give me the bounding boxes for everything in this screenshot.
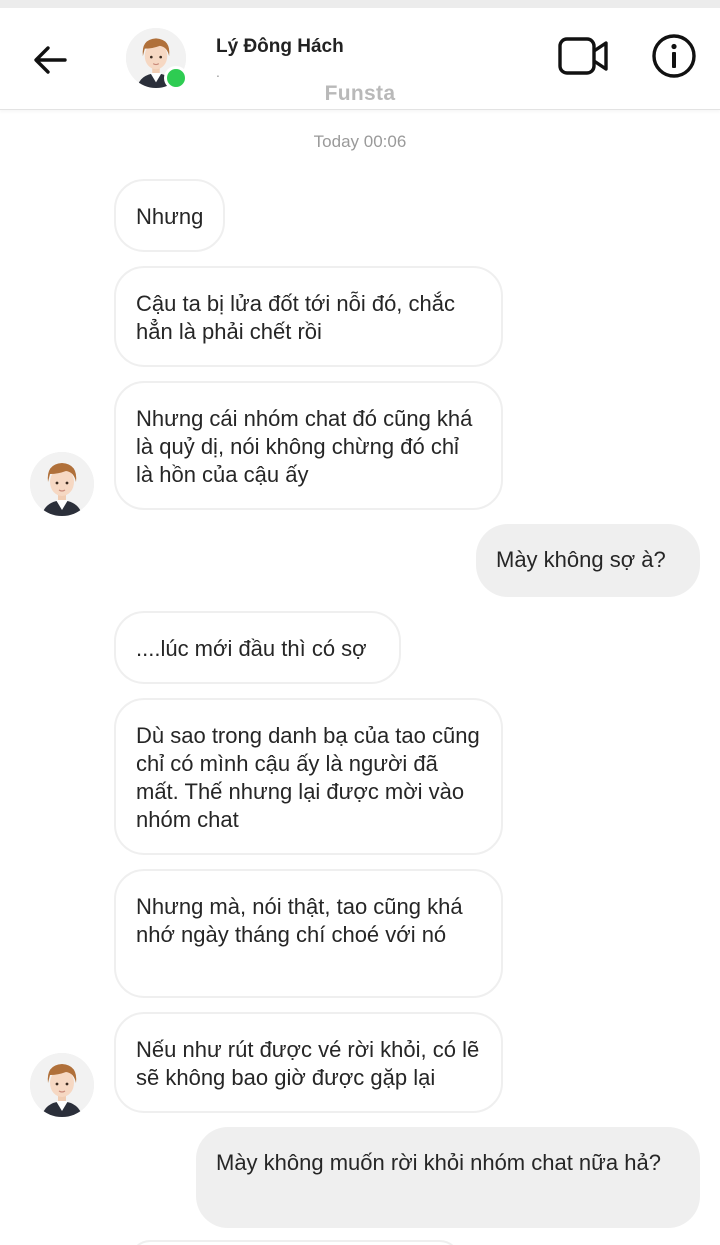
- sender-avatar[interactable]: [30, 1053, 94, 1117]
- app-watermark: Funsta: [324, 82, 396, 105]
- message-bubble-incoming[interactable]: Nhưng: [114, 179, 225, 252]
- contact-subtitle: .: [216, 64, 220, 80]
- message-bubble-incoming[interactable]: Dù sao trong danh bạ của tao cũng chỉ có…: [114, 698, 503, 855]
- arrow-left-icon: [34, 46, 67, 74]
- sender-avatar[interactable]: [30, 452, 94, 516]
- info-icon: [652, 34, 696, 78]
- message-timestamp: Today 00:06: [313, 132, 407, 151]
- message-bubble-incoming[interactable]: Nếu như rút được vé rời khỏi, có lẽ sẽ k…: [114, 1012, 503, 1113]
- message-bubble-incoming[interactable]: Cậu ta bị lửa đốt tới nỗi đó, chắc hẳn l…: [114, 266, 503, 367]
- message-bubble-outgoing[interactable]: Mày không sợ à?: [476, 524, 700, 597]
- video-camera-icon: [558, 37, 608, 75]
- info-button[interactable]: [650, 32, 698, 80]
- contact-name[interactable]: Lý Đông Hách: [216, 36, 344, 58]
- status-bar: [0, 0, 720, 8]
- video-call-button[interactable]: [556, 34, 612, 78]
- message-bubble-outgoing[interactable]: Mày không muốn rời khỏi nhóm chat nữa hả…: [196, 1127, 700, 1228]
- message-bubble-incoming-partial: [130, 1240, 460, 1245]
- message-bubble-incoming[interactable]: Nhưng cái nhóm chat đó cũng khá là quỷ d…: [114, 381, 503, 510]
- back-button[interactable]: [28, 38, 72, 82]
- message-bubble-incoming[interactable]: Nhưng mà, nói thật, tao cũng khá nhớ ngà…: [114, 869, 503, 998]
- chat-header: Lý Đông Hách . Funsta: [0, 8, 720, 110]
- message-bubble-incoming[interactable]: ....lúc mới đầu thì có sợ: [114, 611, 401, 684]
